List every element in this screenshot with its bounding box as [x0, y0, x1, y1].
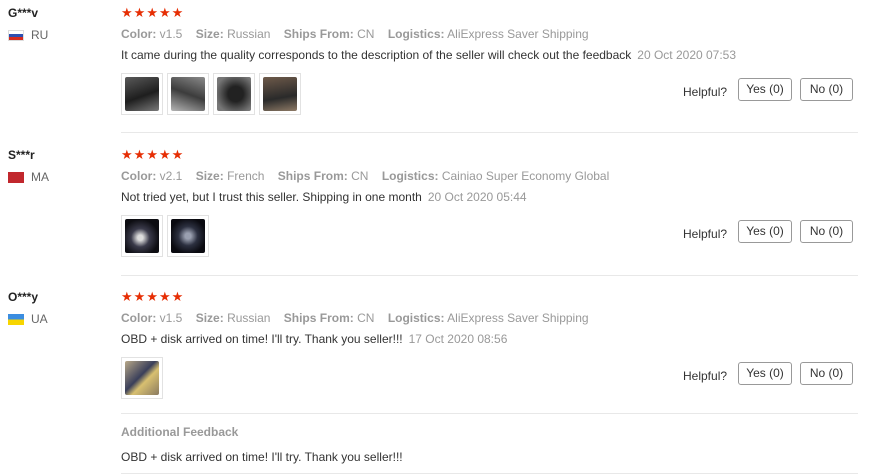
review-photo-thumbnail[interactable]: [121, 357, 163, 399]
helpful-yes-button[interactable]: Yes (0): [738, 78, 792, 101]
morocco-flag-icon: [8, 171, 24, 183]
star-icon: ★: [158, 290, 171, 305]
star-icon: ★: [171, 290, 184, 305]
order-attributes: Color: v1.5 Size: Russian Ships From: CN…: [121, 27, 589, 41]
review-photo-thumbnail[interactable]: [167, 73, 209, 115]
review-text: It came during the quality corresponds t…: [121, 48, 737, 62]
star-rating: ★ ★ ★ ★ ★: [121, 149, 183, 162]
review-photo-thumbnail[interactable]: [167, 215, 209, 257]
star-icon: ★: [121, 6, 133, 21]
review-photos: [121, 215, 209, 257]
reviewer-country: MA: [8, 170, 49, 184]
review-date: 20 Oct 2020 05:44: [427, 190, 527, 204]
helpful-label: Helpful?: [683, 369, 728, 383]
review-divider: [121, 473, 858, 474]
review-photo-thumbnail[interactable]: [121, 73, 163, 115]
helpful-yes-button[interactable]: Yes (0): [738, 220, 792, 243]
review-date: 20 Oct 2020 07:53: [637, 48, 737, 62]
star-icon: ★: [121, 290, 133, 305]
order-attributes: Color: v1.5 Size: Russian Ships From: CN…: [121, 311, 589, 325]
helpful-label: Helpful?: [683, 227, 728, 241]
reviewer-country: UA: [8, 312, 48, 326]
additional-feedback-text: OBD + disk arrived on time! I'll try. Th…: [121, 450, 403, 464]
helpful-yes-button[interactable]: Yes (0): [738, 362, 792, 385]
review-photo-thumbnail[interactable]: [259, 73, 301, 115]
additional-feedback-title: Additional Feedback: [121, 425, 239, 439]
star-icon: ★: [133, 6, 146, 21]
ukraine-flag-icon: [8, 313, 24, 325]
star-rating: ★ ★ ★ ★ ★: [121, 291, 183, 304]
helpful-no-button[interactable]: No (0): [800, 78, 853, 101]
review-divider: [121, 132, 858, 133]
review-date: 17 Oct 2020 08:56: [408, 332, 508, 346]
country-code: RU: [31, 28, 49, 42]
country-code: MA: [31, 170, 49, 184]
reviewer-country: RU: [8, 28, 48, 42]
review-text: OBD + disk arrived on time! I'll try. Th…: [121, 332, 508, 346]
star-icon: ★: [146, 290, 158, 305]
review-photos: [121, 357, 163, 399]
helpful-no-button[interactable]: No (0): [800, 362, 853, 385]
review-photo-thumbnail[interactable]: [121, 215, 163, 257]
country-code: UA: [31, 312, 48, 326]
star-icon: ★: [121, 148, 133, 163]
review-text: Not tried yet, but I trust this seller. …: [121, 190, 527, 204]
helpful-label: Helpful?: [683, 85, 728, 99]
star-icon: ★: [146, 148, 158, 163]
reviewer-name: S***r: [8, 148, 35, 162]
reviewer-name: O***y: [8, 290, 39, 304]
review-photos: [121, 73, 301, 115]
star-icon: ★: [171, 148, 184, 163]
star-rating: ★ ★ ★ ★ ★: [121, 7, 183, 20]
star-icon: ★: [146, 6, 158, 21]
reviewer-name: G***v: [8, 6, 39, 20]
star-icon: ★: [133, 148, 146, 163]
star-icon: ★: [158, 6, 171, 21]
review-divider: [121, 413, 858, 414]
star-icon: ★: [158, 148, 171, 163]
star-icon: ★: [133, 290, 146, 305]
review-divider: [121, 275, 858, 276]
star-icon: ★: [171, 6, 184, 21]
review-photo-thumbnail[interactable]: [213, 73, 255, 115]
order-attributes: Color: v2.1 Size: French Ships From: CN …: [121, 169, 610, 183]
russia-flag-icon: [8, 29, 24, 41]
helpful-no-button[interactable]: No (0): [800, 220, 853, 243]
